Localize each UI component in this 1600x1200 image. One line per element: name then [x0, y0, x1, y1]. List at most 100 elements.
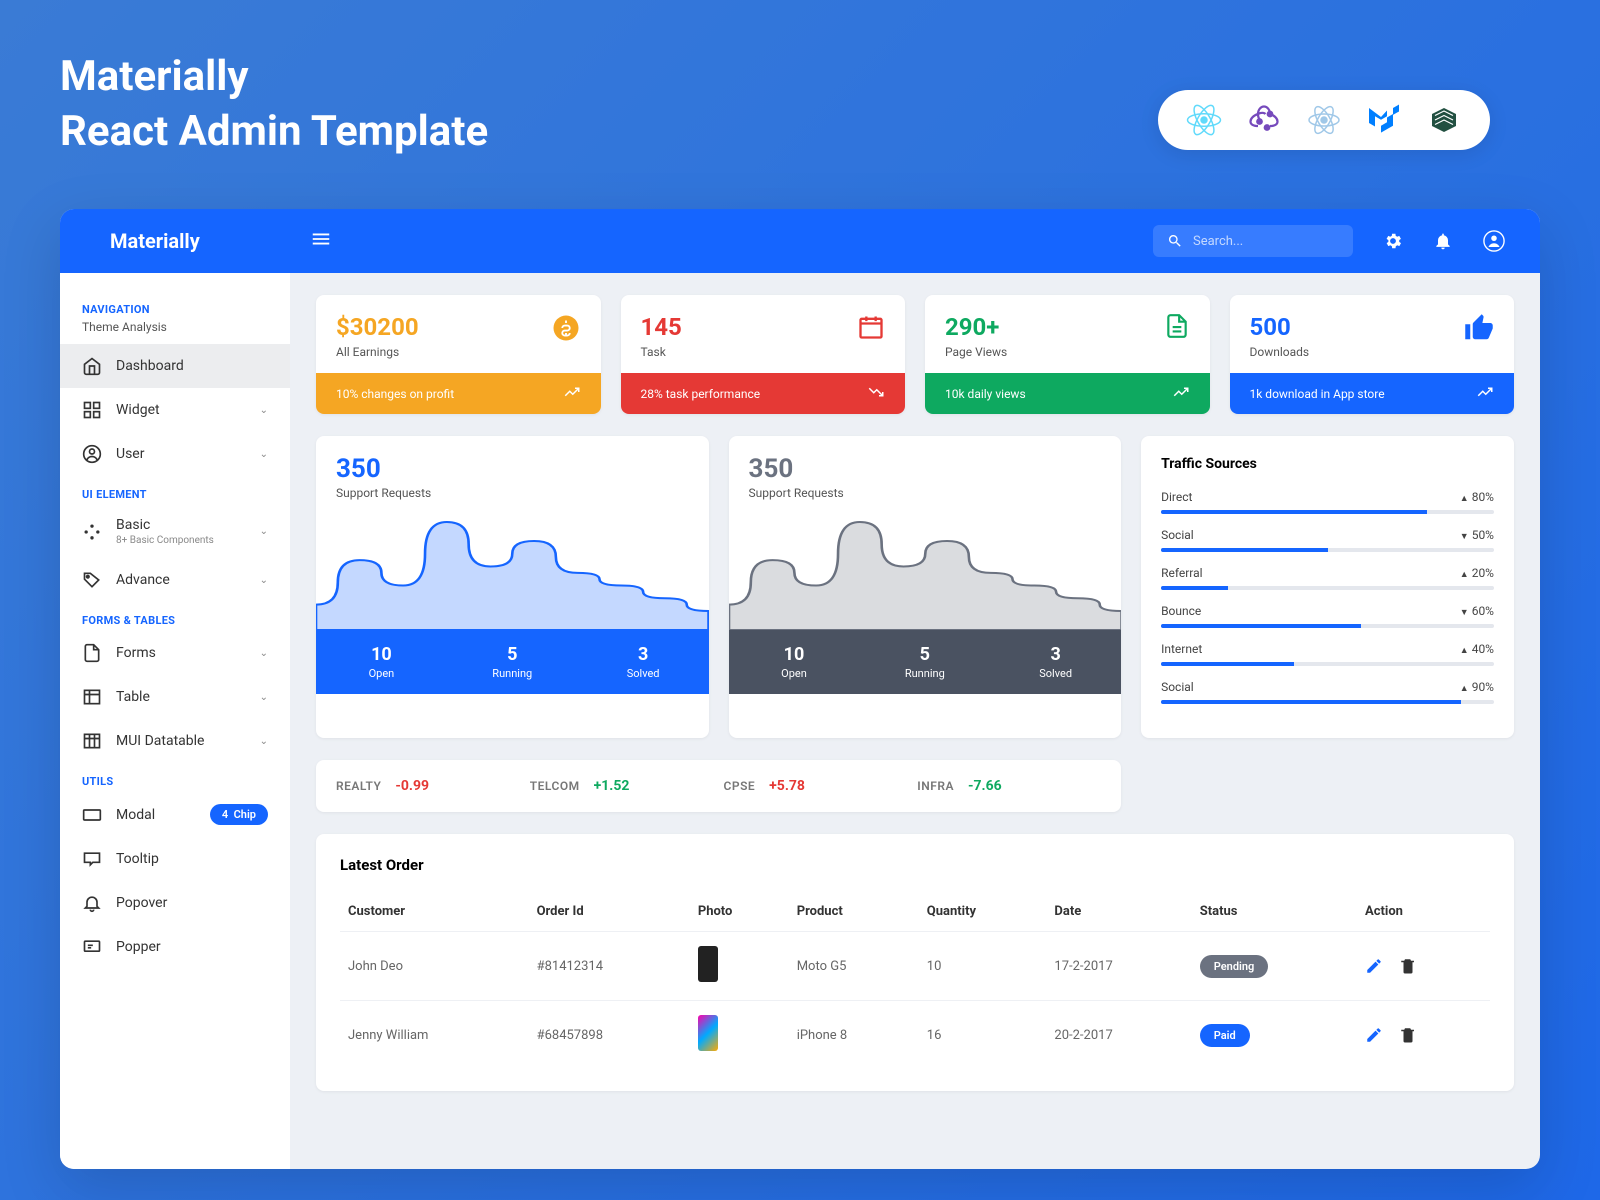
stat-label: Downloads	[1250, 345, 1310, 359]
nav-section-header: FORMS & TABLES	[60, 602, 290, 631]
settings-icon[interactable]	[1383, 231, 1403, 251]
cell-order: #81412314	[529, 932, 690, 1001]
ticker-value: +5.78	[769, 778, 805, 794]
sidebar-item-basic[interactable]: Basic8+ Basic Components ⌄	[60, 505, 290, 558]
cell-date: 17-2-2017	[1046, 932, 1191, 1001]
traffic-name: Referral	[1161, 566, 1203, 580]
nav-section-header: NAVIGATION	[60, 291, 290, 320]
support-requests-card: 350 Support Requests 10Open 5Running 3So…	[729, 436, 1122, 738]
chevron-down-icon: ⌄	[260, 648, 268, 659]
orders-table: Customer Order Id Photo Product Quantity…	[340, 892, 1490, 1069]
ticker-name: TELCOM	[530, 779, 580, 793]
sidebar-item-widget[interactable]: Widget ⌄	[60, 388, 290, 432]
sidebar-item-label: Tooltip	[116, 851, 159, 867]
sidebar-item-user[interactable]: User ⌄	[60, 432, 290, 476]
bell-icon[interactable]	[1433, 231, 1453, 251]
traffic-item: Direct ▲ 80%	[1161, 490, 1494, 514]
chip-badge: 4 Chip	[210, 804, 268, 825]
user-avatar-icon[interactable]	[1483, 230, 1505, 252]
table-icon	[82, 687, 102, 707]
sidebar-item-label: Widget	[116, 402, 160, 418]
delete-icon[interactable]	[1399, 1026, 1417, 1044]
sidebar-item-mui-datatable[interactable]: MUI Datatable ⌄	[60, 719, 290, 763]
file-icon	[82, 643, 102, 663]
stat-footer-text: 1k download in App store	[1250, 387, 1385, 401]
sidebar-item-label: Table	[116, 689, 150, 705]
support-running-label: Running	[859, 667, 990, 680]
sidebar-item-label: Advance	[116, 572, 170, 588]
traffic-pct: ▼ 50%	[1460, 528, 1494, 542]
th-date: Date	[1046, 892, 1191, 932]
stat-icon	[1164, 313, 1190, 343]
support-running-val: 5	[447, 644, 578, 665]
nav-section-sub: Theme Analysis	[60, 320, 290, 344]
sidebar-item-forms[interactable]: Forms ⌄	[60, 631, 290, 675]
sidebar-item-dashboard[interactable]: Dashboard	[60, 344, 290, 388]
cell-date: 20-2-2017	[1046, 1001, 1191, 1070]
stat-footer-text: 10% changes on profit	[336, 387, 454, 401]
sidebar-item-modal[interactable]: Modal 4 Chip	[60, 792, 290, 837]
product-photo	[698, 1015, 718, 1051]
mui-icon	[1366, 102, 1402, 138]
sidebar-item-label: Dashboard	[116, 358, 184, 374]
traffic-pct: ▲ 20%	[1460, 566, 1494, 580]
tech-badges	[1158, 90, 1490, 150]
sidebar-item-advance[interactable]: Advance ⌄	[60, 558, 290, 602]
stat-value: 500	[1250, 313, 1310, 341]
support-running-val: 5	[859, 644, 990, 665]
support-label: Support Requests	[749, 486, 1102, 500]
ticker-item: INFRA -7.66	[917, 778, 1101, 794]
traffic-pct: ▲ 90%	[1460, 680, 1494, 694]
traffic-pct: ▲ 80%	[1460, 490, 1494, 504]
sidebar-item-popper[interactable]: Popper	[60, 925, 290, 969]
trend-icon	[563, 383, 581, 404]
menu-toggle-button[interactable]	[290, 228, 352, 254]
traffic-name: Social	[1161, 680, 1194, 694]
hamburger-icon	[310, 228, 332, 250]
chevron-down-icon: ⌄	[260, 736, 268, 747]
cell-photo	[690, 1001, 789, 1070]
stat-value: 145	[641, 313, 682, 341]
main-content: $30200 All Earnings 10% changes on profi…	[290, 273, 1540, 1169]
support-label: Support Requests	[336, 486, 689, 500]
tag-icon	[82, 570, 102, 590]
react-icon	[1186, 102, 1222, 138]
ticker-item: REALTY -0.99	[336, 778, 520, 794]
ticker-value: -0.99	[395, 778, 429, 794]
edit-icon[interactable]	[1365, 957, 1383, 975]
support-open-val: 10	[316, 644, 447, 665]
traffic-name: Internet	[1161, 642, 1202, 656]
traffic-item: Bounce ▼ 60%	[1161, 604, 1494, 628]
sidebar-item-label: MUI Datatable	[116, 733, 204, 749]
table-row: John Deo #81412314 Moto G5 10 17-2-2017 …	[340, 932, 1490, 1001]
edit-icon[interactable]	[1365, 1026, 1383, 1044]
traffic-item: Social ▼ 50%	[1161, 528, 1494, 552]
sidebar-item-tooltip[interactable]: Tooltip	[60, 837, 290, 881]
tooltip-icon	[82, 849, 102, 869]
cell-status: Pending	[1192, 932, 1357, 1001]
sidebar-item-popover[interactable]: Popover	[60, 881, 290, 925]
th-qty: Quantity	[919, 892, 1047, 932]
cell-qty: 10	[919, 932, 1047, 1001]
cell-action	[1357, 932, 1490, 1001]
search-input[interactable]: Search...	[1153, 225, 1353, 257]
chevron-down-icon: ⌄	[260, 449, 268, 460]
modal-icon	[82, 805, 102, 825]
sidebar-item-label: Modal	[116, 807, 155, 823]
chevron-down-icon: ⌄	[260, 526, 268, 537]
ticker-value: -7.66	[968, 778, 1002, 794]
support-chart	[316, 510, 709, 630]
stat-label: Task	[641, 345, 682, 359]
support-solved-label: Solved	[990, 667, 1121, 680]
delete-icon[interactable]	[1399, 957, 1417, 975]
table-title: Latest Order	[340, 856, 1490, 874]
stat-value: 290+	[945, 313, 1007, 341]
latest-order-card: Latest Order Customer Order Id Photo Pro…	[316, 834, 1514, 1091]
support-value: 350	[749, 454, 1102, 484]
sidebar-item-table[interactable]: Table ⌄	[60, 675, 290, 719]
support-solved-val: 3	[990, 644, 1121, 665]
stat-icon	[1464, 313, 1494, 347]
redux-icon	[1246, 102, 1282, 138]
support-value: 350	[336, 454, 689, 484]
ticker-item: TELCOM +1.52	[530, 778, 714, 794]
